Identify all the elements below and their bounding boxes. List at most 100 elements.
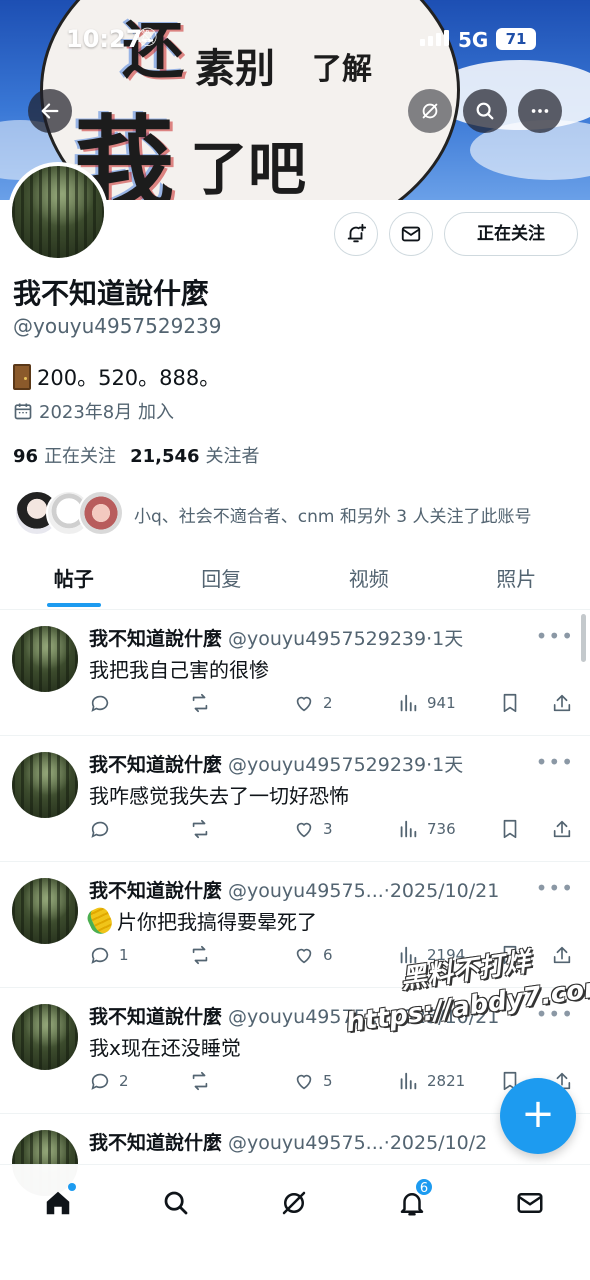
back-arrow-icon [41, 103, 59, 119]
followed-by-text[interactable]: 小q、社会不適合者、cnm 和另外 3 人关注了此账号 [134, 502, 532, 527]
post-author-handle: @youyu49575... [228, 1132, 384, 1154]
like-button[interactable]: 5 [293, 1070, 333, 1092]
heart-icon [296, 696, 312, 712]
grok-button[interactable] [408, 89, 452, 133]
tab-replies[interactable]: 回复 [148, 552, 296, 609]
share-button[interactable] [551, 944, 573, 966]
like-count: 2 [323, 694, 333, 712]
retweet-icon [192, 819, 208, 839]
reply-button[interactable] [89, 692, 119, 714]
following-count: 96 [13, 446, 39, 467]
followed-by-avatars[interactable] [14, 490, 124, 536]
post-more-button[interactable]: ••• [536, 1002, 574, 1026]
share-icon [553, 946, 571, 964]
post-time: ·1天 [426, 754, 464, 776]
post-author-name[interactable]: 我不知道說什麼 [89, 880, 222, 902]
nav-search[interactable] [156, 1183, 196, 1223]
tab-photos[interactable]: 照片 [443, 552, 590, 609]
search-icon [476, 102, 494, 120]
post-item[interactable]: 我不知道說什麼 @youyu4957529239·1天 ••• 我把我自己害的很惨… [0, 610, 590, 736]
post-author-name[interactable]: 我不知道說什麼 [89, 1006, 222, 1028]
retweet-button[interactable] [189, 692, 219, 714]
bookmark-button[interactable] [499, 818, 521, 840]
network-type: 5G [458, 28, 489, 52]
share-button[interactable] [551, 692, 573, 714]
following-label: 正在关注 [44, 446, 117, 467]
back-button[interactable] [28, 89, 72, 133]
post-time: ·2025/10/21 [383, 1006, 500, 1028]
scrollbar[interactable] [581, 614, 586, 662]
share-icon [553, 820, 571, 838]
corn-emoji-icon [84, 904, 116, 937]
search-button[interactable] [463, 89, 507, 133]
profile-joined-text: 2023年8月 加入 [39, 402, 174, 423]
more-button[interactable] [518, 89, 562, 133]
views-button[interactable]: 941 [397, 692, 456, 714]
retweet-button[interactable] [189, 1070, 219, 1092]
compose-button[interactable]: + [500, 1078, 576, 1154]
post-author-handle: @youyu4957529239 [228, 628, 427, 650]
nav-messages[interactable] [510, 1183, 550, 1223]
plus-icon: + [521, 1091, 555, 1137]
reply-button[interactable] [89, 818, 119, 840]
post-time: ·2025/10/21 [383, 880, 500, 902]
share-icon [553, 694, 571, 712]
grok-icon [282, 1191, 306, 1215]
banner-text-5: 了吧 [190, 135, 307, 200]
nav-home[interactable] [38, 1183, 78, 1223]
like-button[interactable]: 3 [293, 818, 333, 840]
post-author-name[interactable]: 我不知道說什麼 [89, 628, 222, 650]
profile-avatar[interactable] [8, 162, 108, 262]
views-button[interactable]: 2194 [397, 944, 465, 966]
retweet-icon [192, 1071, 208, 1091]
notify-button[interactable] [334, 212, 378, 256]
views-icon [400, 946, 417, 964]
avatar [78, 490, 124, 536]
post-author-name[interactable]: 我不知道說什麼 [89, 754, 222, 776]
bookmark-icon [503, 693, 517, 713]
bookmark-button[interactable] [499, 944, 521, 966]
followers-stat[interactable]: 21,546 关注者 [130, 442, 259, 468]
post-more-button[interactable]: ••• [536, 876, 574, 900]
views-icon [400, 820, 417, 838]
post-avatar[interactable] [12, 1004, 78, 1070]
reply-icon [91, 947, 109, 964]
retweet-button[interactable] [189, 944, 219, 966]
reply-count: 1 [119, 946, 129, 964]
post-more-button[interactable]: ••• [536, 750, 574, 774]
post-item[interactable]: 我不知道說什麼 @youyu4957529239·1天 ••• 我咋感觉我失去了一… [0, 736, 590, 862]
heart-icon [296, 822, 312, 838]
post-item[interactable]: 我不知道說什麼 @youyu49575...·2025/10/21 ••• 片你把… [0, 862, 590, 988]
bookmark-icon [503, 819, 517, 839]
post-avatar[interactable] [12, 878, 78, 944]
like-count: 6 [323, 946, 333, 964]
heart-icon [296, 1074, 312, 1090]
post-avatar[interactable] [12, 626, 78, 692]
tab-posts[interactable]: 帖子 [0, 552, 148, 609]
post-avatar[interactable] [12, 752, 78, 818]
post-item[interactable]: 我不知道說什麼 @youyu49575...·2025/10/21 ••• 我x现… [0, 988, 590, 1114]
message-button[interactable] [389, 212, 433, 256]
like-button[interactable]: 6 [293, 944, 333, 966]
retweet-button[interactable] [189, 818, 219, 840]
reply-count: 2 [119, 1072, 129, 1090]
profile-stats: 96 正在关注 21,546 关注者 [13, 442, 260, 468]
post-more-button[interactable]: ••• [536, 624, 574, 648]
nav-grok[interactable] [274, 1183, 314, 1223]
post-text: 我x现在还没睡觉 [89, 1036, 241, 1060]
nav-notifications[interactable]: 6 [392, 1177, 434, 1223]
post-time: ·2025/10/2 [383, 1132, 488, 1154]
following-stat[interactable]: 96 正在关注 [13, 442, 116, 468]
views-button[interactable]: 736 [397, 818, 456, 840]
reply-button[interactable]: 2 [89, 1070, 129, 1092]
following-button[interactable]: 正在关注 [444, 212, 578, 256]
views-button[interactable]: 2821 [397, 1070, 465, 1092]
bookmark-button[interactable] [499, 692, 521, 714]
view-count: 941 [427, 694, 456, 712]
reply-button[interactable]: 1 [89, 944, 129, 966]
like-button[interactable]: 2 [293, 692, 333, 714]
tab-videos[interactable]: 视频 [295, 552, 443, 609]
post-author-name[interactable]: 我不知道說什麼 [89, 1132, 222, 1154]
more-icon [531, 109, 549, 113]
share-button[interactable] [551, 818, 573, 840]
